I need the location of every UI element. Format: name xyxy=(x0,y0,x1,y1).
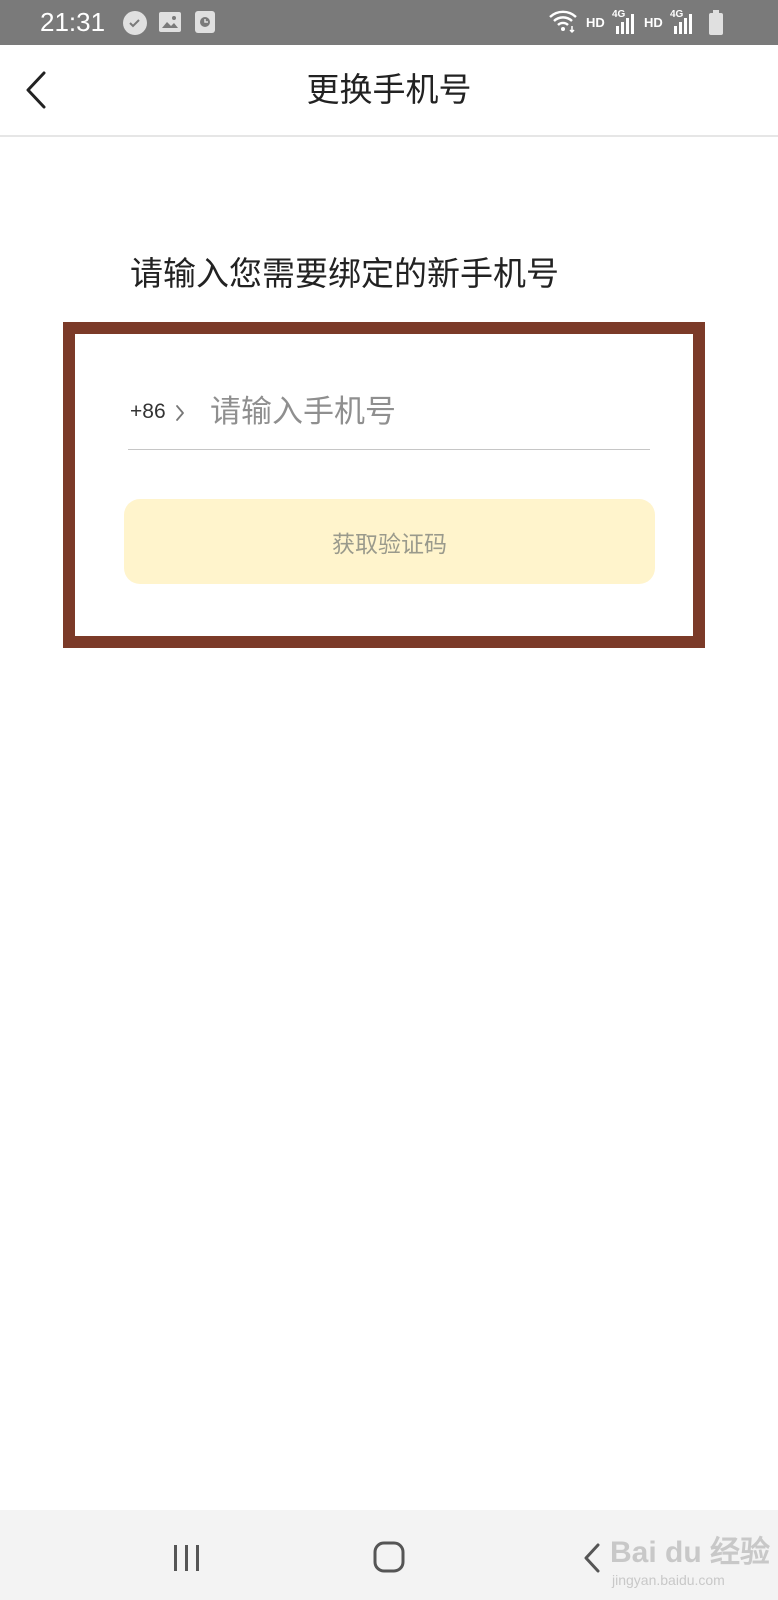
recorder-icon xyxy=(194,10,216,38)
instruction-text: 请输入您需要绑定的新手机号 xyxy=(130,254,559,293)
app-header: 更换手机号 xyxy=(0,45,778,137)
system-back-button[interactable] xyxy=(582,1542,602,1574)
status-time: 21:31 xyxy=(40,7,106,37)
watermark-url: jingyan.baidu.com xyxy=(612,1572,725,1588)
hd-label-2: HD xyxy=(644,15,663,30)
get-verification-code-button[interactable]: 获取验证码 xyxy=(124,499,655,584)
status-bar: 21:31 HD 4G HD 4G xyxy=(0,0,778,45)
input-underline xyxy=(128,449,650,450)
gallery-icon xyxy=(158,10,182,38)
home-icon xyxy=(373,1541,405,1573)
battery-icon xyxy=(708,10,724,40)
messenger-icon xyxy=(122,10,148,40)
wifi-icon xyxy=(548,8,578,38)
recents-button[interactable] xyxy=(172,1544,202,1572)
page-title: 更换手机号 xyxy=(306,70,472,109)
recents-icon xyxy=(174,1545,199,1571)
chevron-right-icon[interactable] xyxy=(174,404,186,422)
back-icon xyxy=(584,1543,600,1573)
signal-icon-2 xyxy=(672,12,692,40)
system-icons: HD 4G HD 4G xyxy=(548,8,778,38)
country-code-selector[interactable]: +86 xyxy=(130,398,166,426)
home-button[interactable] xyxy=(372,1540,406,1574)
watermark-brand: Bai du 经验 xyxy=(610,1536,771,1569)
signal-icon-1 xyxy=(614,12,634,40)
highlight-frame xyxy=(63,322,705,648)
hd-label-1: HD xyxy=(586,15,605,30)
phone-number-input[interactable] xyxy=(210,390,640,434)
